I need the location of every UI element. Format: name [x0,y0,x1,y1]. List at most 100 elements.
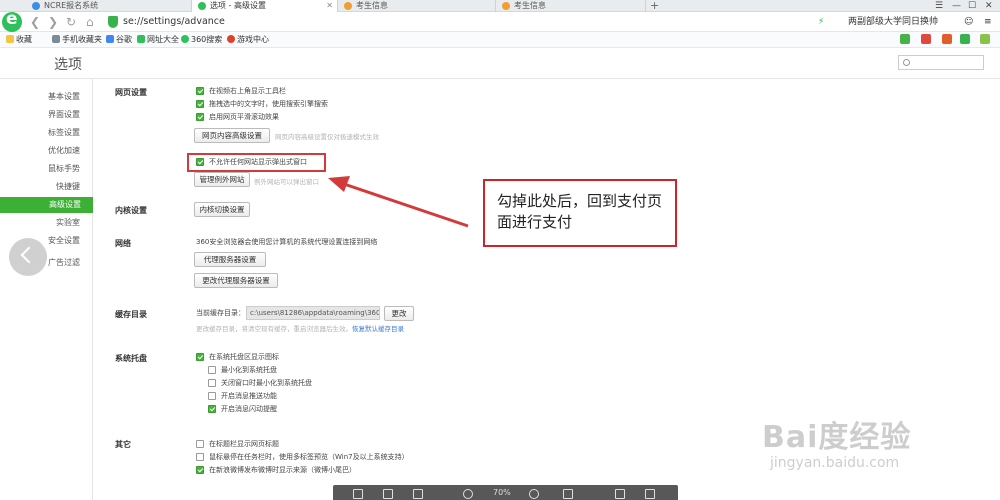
tab-exam-info-1[interactable]: 考生信息 [338,0,496,12]
checkbox-weibo-source[interactable] [196,466,204,474]
option-label: 在视频右上角显示工具栏 [209,87,286,95]
tab-exam-info-2[interactable]: 考生信息 [496,0,646,12]
home-icon[interactable]: ⌂ [86,14,94,30]
sidebar-item-tabs[interactable]: 标签设置 [0,125,80,141]
zoom-level: 70% [493,488,511,497]
search-icon [181,35,189,43]
forward-icon[interactable]: ❯ [48,14,58,30]
bookmark-mobile[interactable]: 手机收藏夹 [52,34,102,46]
proxy-settings-button[interactable]: 代理服务器设置 [194,252,266,267]
user-icon[interactable]: ☺ [964,16,973,28]
close-window-icon[interactable]: ✕ [985,0,993,12]
search-icon [903,59,910,66]
menu-more-icon[interactable]: ≡ [984,16,992,28]
sidebar-item-interface[interactable]: 界面设置 [0,107,80,123]
close-tab-icon[interactable]: ✕ [326,0,333,12]
share-icon[interactable] [413,489,423,499]
bookmark-games[interactable]: 游戏中心 [227,34,269,46]
zoom-out-icon[interactable] [463,489,473,499]
tab-label: 考生信息 [514,1,546,10]
menu-icon[interactable]: ☰ [935,0,943,12]
tab-ncre[interactable]: NCRE报名系统 [26,0,192,12]
viewer-prev-button[interactable] [9,238,47,276]
chevron-left-icon [20,246,38,264]
minimize-icon[interactable]: — [952,0,961,12]
zoom-in-icon[interactable] [529,489,539,499]
sidebar-item-gestures[interactable]: 鼠标手势 [0,161,80,177]
bookmark-360search[interactable]: 360搜索 [181,34,222,46]
settings-sidebar: 基本设置 界面设置 标签设置 优化加速 鼠标手势 快捷键 高级设置 实验室 安全… [0,79,93,500]
copy-icon[interactable] [383,489,393,499]
bookmarks-bar: 收藏 手机收藏夹 谷歌 网址大全 360搜索 游戏中心 [0,32,1000,48]
manage-exceptions-button[interactable]: 管理例外网站 [194,172,250,187]
grid-icon[interactable] [980,34,990,44]
page-icon [344,2,352,10]
scissors-icon[interactable] [942,34,952,44]
sidebar-item-shortcuts[interactable]: 快捷键 [0,179,80,195]
checkbox-push-messages[interactable] [208,392,216,400]
option-label: 鼠标悬停在任务栏时，使用多标签预览（Win7及以上系统支持） [209,453,409,461]
gamepad-icon[interactable] [960,34,970,44]
section-title-other: 其它 [115,440,131,449]
bookmark-directory[interactable]: 网址大全 [137,34,179,46]
settings-search[interactable] [898,55,984,70]
checkbox-close-to-tray[interactable] [208,379,216,387]
change-proxy-button[interactable]: 更改代理服务器设置 [194,273,278,288]
option-label: 开启消息推送功能 [221,392,277,400]
option-label: 最小化到系统托盘 [221,366,277,374]
fit-icon[interactable] [563,489,573,499]
extension-icon[interactable] [900,34,910,44]
checkbox-title-bar[interactable] [196,440,204,448]
option-label: 在系统托盘区显示图标 [209,353,279,361]
refresh-icon[interactable]: ↻ [66,14,76,30]
cache-path-field[interactable]: c:\users\81286\appdata\roaming\360se6\Us… [246,306,380,320]
close-ext-icon[interactable] [921,34,931,44]
arrow-head [328,176,350,192]
fullscreen-icon[interactable] [615,489,625,499]
watermark-logo: Bai度经验 [762,420,912,455]
network-description: 360安全浏览器会使用您计算机的系统代理设置连接到网络 [196,238,378,246]
rotate-icon[interactable] [645,489,655,499]
checkbox-drag-search[interactable] [196,100,204,108]
section-title-kernel: 内核设置 [115,206,147,215]
search-input[interactable] [913,57,981,68]
cache-hint: 更改缓存目录，将清空现有缓存，重启浏览器后生效。 [196,325,352,333]
sidebar-item-optimize[interactable]: 优化加速 [0,143,80,159]
checkbox-smooth-scroll[interactable] [196,113,204,121]
checkbox-tray-icon[interactable] [196,353,204,361]
checkbox-taskbar-preview[interactable] [196,453,204,461]
page-icon [502,2,510,10]
content-settings-hint: 网页内容高级设置仅对极速模式生效 [275,133,379,141]
checkbox-video-toolbar[interactable] [196,87,204,95]
bookmark-google[interactable]: 谷歌 [106,34,132,46]
checkbox-flash-reminder[interactable] [208,405,216,413]
browser-logo-icon[interactable] [2,9,22,32]
kernel-switch-button[interactable]: 内核切换设置 [194,202,250,217]
option-label: 在标题栏显示网页标题 [209,440,279,448]
sidebar-item-advanced[interactable]: 高级设置 [0,197,93,213]
bookmark-favorites[interactable]: 收藏 [6,34,32,46]
url-field[interactable]: se://settings/advance [108,15,808,29]
section-title-web: 网页设置 [115,88,147,97]
news-ticker[interactable]: 两副部级大学同日换帅 [848,16,938,28]
new-tab-button[interactable]: + [650,0,659,12]
browser-window: NCRE报名系统 选项 - 高级设置 ✕ 考生信息 考生信息 + ☰ — ☐ ✕… [0,0,1000,500]
content-settings-button[interactable]: 网页内容高级设置 [194,128,270,143]
page-title: 选项 [54,57,82,73]
checkbox-minimize-tray[interactable] [208,366,216,374]
section-title-tray: 系统托盘 [115,354,147,363]
globe-icon [137,35,145,43]
maximize-icon[interactable]: ☐ [968,0,976,12]
annotation-callout: 勾掉此处后，回到支付页面进行支付 [483,179,677,247]
page-icon [32,2,40,10]
sidebar-item-basic[interactable]: 基本设置 [0,89,80,105]
url-text[interactable]: se://settings/advance [123,15,225,29]
lightning-icon[interactable]: ⚡ [818,16,824,28]
tab-settings[interactable]: 选项 - 高级设置 ✕ [192,0,338,12]
change-cache-button[interactable]: 更改 [384,306,414,321]
sidebar-item-lab[interactable]: 实验室 [0,215,80,231]
save-icon[interactable] [353,489,363,499]
restore-cache-link[interactable]: 恢复默认缓存目录 [352,323,404,333]
option-label: 启用网页平滑滚动效果 [209,113,279,121]
back-icon[interactable]: ❮ [30,14,40,30]
